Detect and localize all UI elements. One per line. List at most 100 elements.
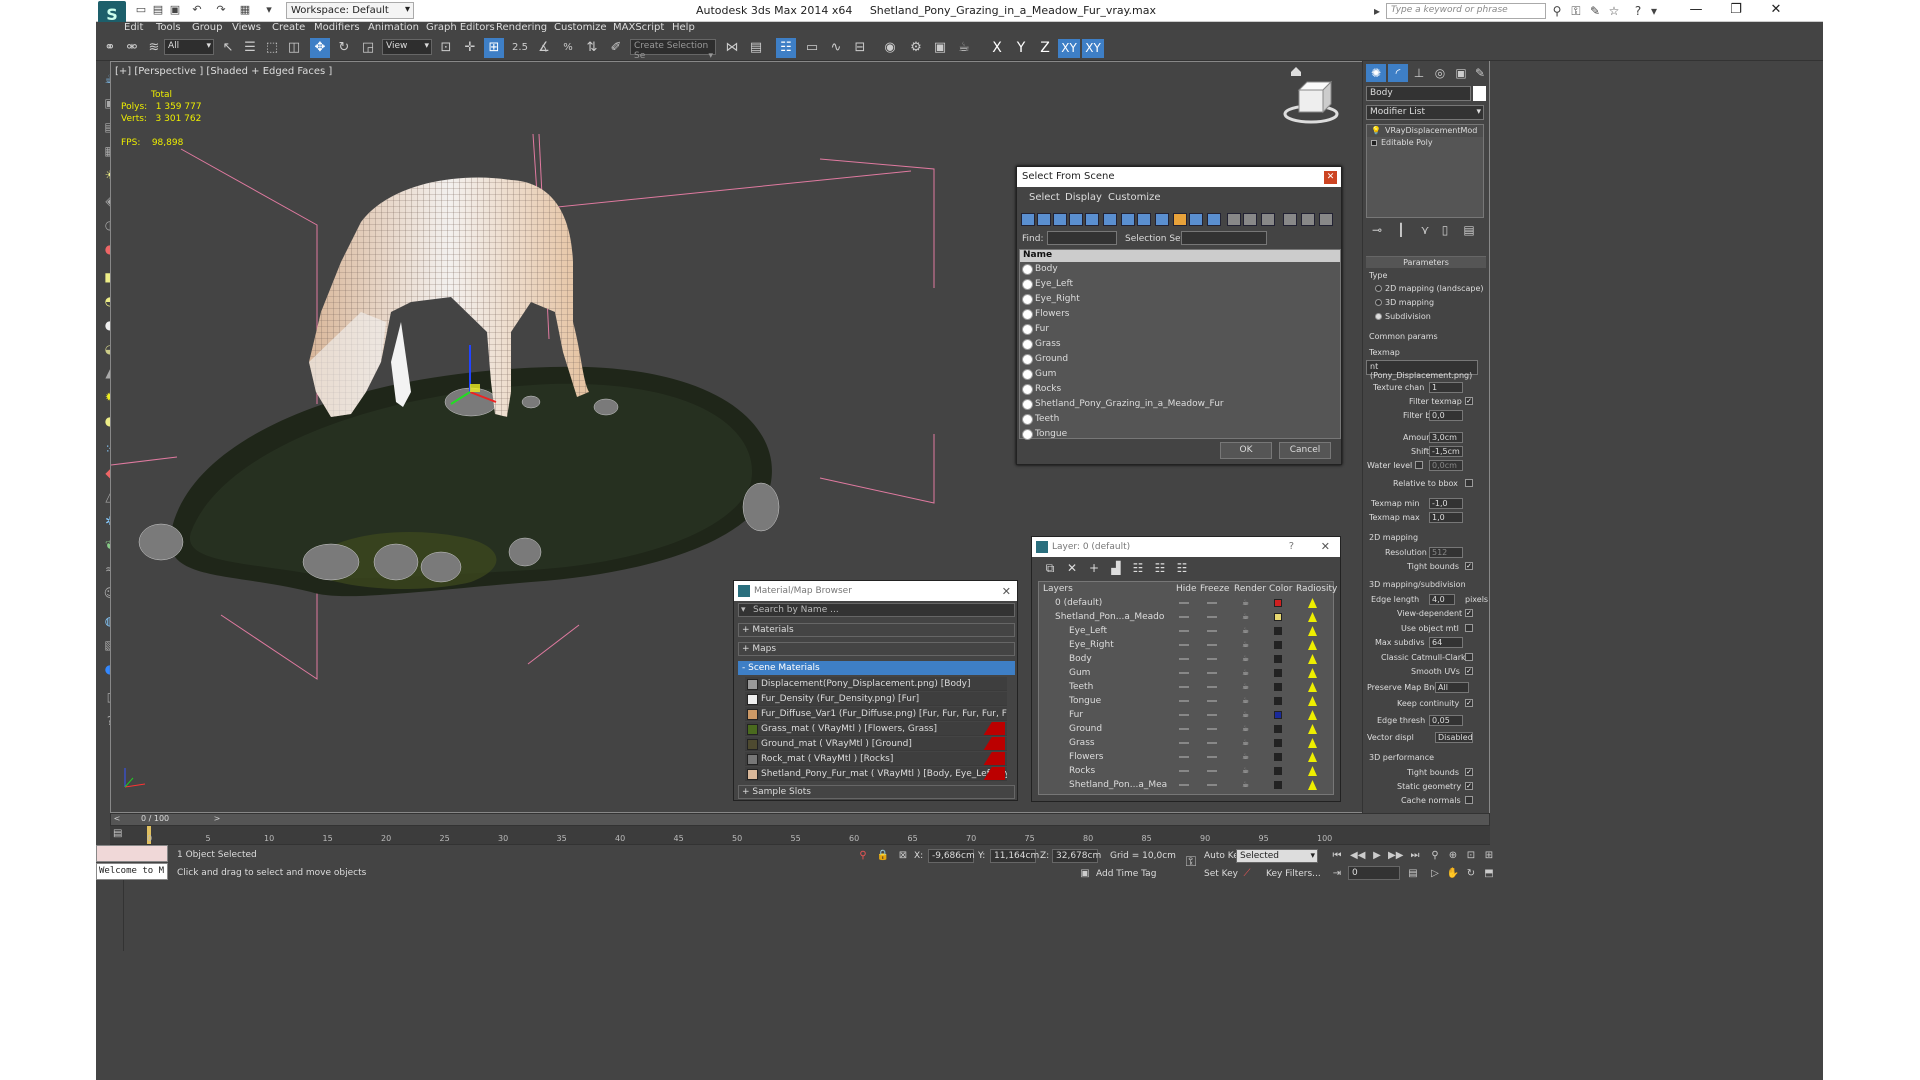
layer-color-swatch[interactable] xyxy=(1274,725,1282,733)
use-object-mtl-checkbox[interactable] xyxy=(1465,624,1473,632)
group-scene-materials[interactable]: - Scene Materials xyxy=(738,661,1015,675)
layer-row[interactable]: Fur ☕ xyxy=(1039,708,1333,722)
layer-row[interactable]: Ground ☕ xyxy=(1039,722,1333,736)
display-spacewarps-icon[interactable] xyxy=(1103,213,1117,226)
list-item[interactable]: Eye_Right xyxy=(1020,292,1340,307)
remove-modifier-icon[interactable]: ▯ xyxy=(1435,221,1455,239)
radiosity-icon[interactable] xyxy=(1308,738,1317,748)
bulb-icon[interactable]: 💡 xyxy=(1371,125,1381,137)
layer-row[interactable]: Grass ☕ xyxy=(1039,736,1333,750)
snaps-toggle-icon[interactable]: 2.5 xyxy=(510,38,530,58)
zoom-icon[interactable]: ⚲ xyxy=(1428,849,1442,863)
ok-button[interactable]: OK xyxy=(1220,442,1272,459)
menu-help[interactable]: Help xyxy=(672,22,695,33)
constrain-x-button[interactable]: X xyxy=(986,39,1008,58)
display-shapes-icon[interactable] xyxy=(1037,213,1051,226)
layer-row[interactable]: Eye_Left ☕ xyxy=(1039,624,1333,638)
group-materials[interactable]: + Materials xyxy=(738,623,1015,637)
key-mode-dropdown[interactable]: Selected ▾ xyxy=(1236,849,1318,863)
constrain-z-button[interactable]: Z xyxy=(1034,39,1056,58)
layer-color-swatch[interactable] xyxy=(1274,781,1282,789)
modify-tab-icon[interactable]: ◜ xyxy=(1388,64,1408,82)
keep-continuity-checkbox[interactable]: ✓ xyxy=(1465,699,1473,707)
group-sample-slots[interactable]: + Sample Slots xyxy=(738,785,1015,799)
orbit-icon[interactable]: ↻ xyxy=(1464,867,1478,881)
help-icon[interactable]: ? xyxy=(1630,3,1646,19)
render-teapot-icon[interactable]: ☕ xyxy=(1242,669,1250,677)
binoculars-icon[interactable]: ⚲ xyxy=(1549,3,1565,19)
smooth-uvs-checkbox[interactable]: ✓ xyxy=(1465,667,1473,675)
hide-toggle[interactable] xyxy=(1179,686,1189,688)
expand-icon[interactable] xyxy=(1371,140,1377,146)
object-name-field[interactable]: Body xyxy=(1366,86,1471,101)
new-file-icon[interactable]: ▭ xyxy=(134,3,148,17)
radiosity-icon[interactable] xyxy=(1308,640,1317,650)
viewport-label[interactable]: [+] [Perspective ] [Shaded + Edged Faces… xyxy=(115,66,332,77)
display-bones-icon[interactable] xyxy=(1155,213,1169,226)
close-button[interactable]: ✕ xyxy=(1756,0,1796,20)
edge-thresh-spinner[interactable]: 0,05 xyxy=(1429,715,1463,726)
select-manipulate-icon[interactable]: ✛ xyxy=(460,38,480,58)
project-folder-icon[interactable]: ▦ xyxy=(238,3,252,17)
next-frame-icon[interactable]: > xyxy=(211,814,223,825)
hide-toggle[interactable] xyxy=(1179,714,1189,716)
utilities-tab-icon[interactable]: ✎ xyxy=(1470,64,1490,82)
menu-graph-editors[interactable]: Graph Editors xyxy=(426,22,495,33)
help-button[interactable]: ? xyxy=(1289,541,1294,552)
graphite-ribbon-icon[interactable]: ▭ xyxy=(802,38,822,58)
z-coordinate-field[interactable]: 32,678cm xyxy=(1052,849,1101,863)
layer-row[interactable]: Gum ☕ xyxy=(1039,666,1333,680)
stack-item[interactable]: 💡 VRayDisplacementMod xyxy=(1367,125,1483,137)
menu-views[interactable]: Views xyxy=(232,22,261,33)
freeze-toggle[interactable] xyxy=(1207,630,1217,632)
menu-tools[interactable]: Tools xyxy=(156,22,181,33)
layer-color-swatch[interactable] xyxy=(1274,655,1282,663)
group-maps[interactable]: + Maps xyxy=(738,642,1015,656)
material-row[interactable]: Shetland_Pony_Fur_mat ( VRayMtl ) [Body,… xyxy=(745,767,1007,781)
hide-toggle[interactable] xyxy=(1179,602,1189,604)
material-row[interactable]: Fur_Density (Fur_Density.png) [Fur] xyxy=(745,692,1007,706)
edit-named-selection-icon[interactable]: ✐ xyxy=(606,38,626,58)
time-configuration-icon[interactable]: ▤ xyxy=(1406,867,1420,881)
freeze-toggle[interactable] xyxy=(1207,644,1217,646)
material-row[interactable]: Displacement(Pony_Displacement.png) [Bod… xyxy=(745,677,1007,691)
layer-row[interactable]: Rocks ☕ xyxy=(1039,764,1333,778)
freeze-all-icon[interactable]: ☷ xyxy=(1174,561,1190,575)
list-item[interactable]: Body xyxy=(1020,262,1340,277)
relative-bbox-checkbox[interactable] xyxy=(1465,479,1473,487)
lock-selection-icon[interactable]: 🔒 xyxy=(876,849,890,863)
classic-catmull-checkbox[interactable] xyxy=(1465,653,1473,661)
menu-maxscript[interactable]: MAXScript xyxy=(613,22,664,33)
rendered-frame-window-icon[interactable]: ▣ xyxy=(930,38,950,58)
col-freeze[interactable]: Freeze xyxy=(1200,584,1229,594)
col-layers[interactable]: Layers xyxy=(1043,584,1073,594)
material-editor-icon[interactable]: ◉ xyxy=(880,38,900,58)
texmap-max-spinner[interactable]: 1,0 xyxy=(1429,512,1463,523)
keyboard-shortcut-override-icon[interactable]: ⊞ xyxy=(484,38,504,58)
search-options-icon[interactable]: ▾ xyxy=(741,605,746,615)
prev-frame-icon[interactable]: < xyxy=(111,814,123,825)
render-teapot-icon[interactable]: ☕ xyxy=(1242,711,1250,719)
favorites-star-icon[interactable]: ☆ xyxy=(1606,3,1622,19)
close-icon[interactable]: ✕ xyxy=(1324,171,1337,184)
display-frozen-icon[interactable] xyxy=(1189,213,1203,226)
render-teapot-icon[interactable]: ☕ xyxy=(1242,767,1250,775)
layer-manager-icon[interactable]: ☷ xyxy=(776,38,796,58)
list-item[interactable]: Shetland_Pony_Grazing_in_a_Meadow_Fur xyxy=(1020,397,1340,412)
close-icon[interactable]: ✕ xyxy=(1002,585,1011,598)
texmap-min-spinner[interactable]: -1,0 xyxy=(1429,498,1463,509)
menu-customize[interactable]: Customize xyxy=(554,22,607,33)
save-file-icon[interactable]: ▣ xyxy=(168,3,182,17)
constrain-xy-button[interactable]: XY xyxy=(1058,39,1080,58)
radio-2d-mapping[interactable] xyxy=(1375,285,1382,292)
configure-sets-icon[interactable]: ▤ xyxy=(1459,221,1479,239)
radiosity-icon[interactable] xyxy=(1308,626,1317,636)
goto-end-icon[interactable]: ⏭ xyxy=(1408,849,1422,863)
key-icon[interactable]: ⚿ xyxy=(1184,855,1198,869)
columns-icon[interactable] xyxy=(1319,213,1333,226)
add-to-layer-icon[interactable]: + xyxy=(1086,561,1102,575)
water-level-spinner[interactable]: 0,0cm xyxy=(1429,460,1463,471)
window-crossing-icon[interactable]: ◫ xyxy=(284,38,304,58)
freeze-toggle[interactable] xyxy=(1207,700,1217,702)
layer-color-swatch[interactable] xyxy=(1274,627,1282,635)
